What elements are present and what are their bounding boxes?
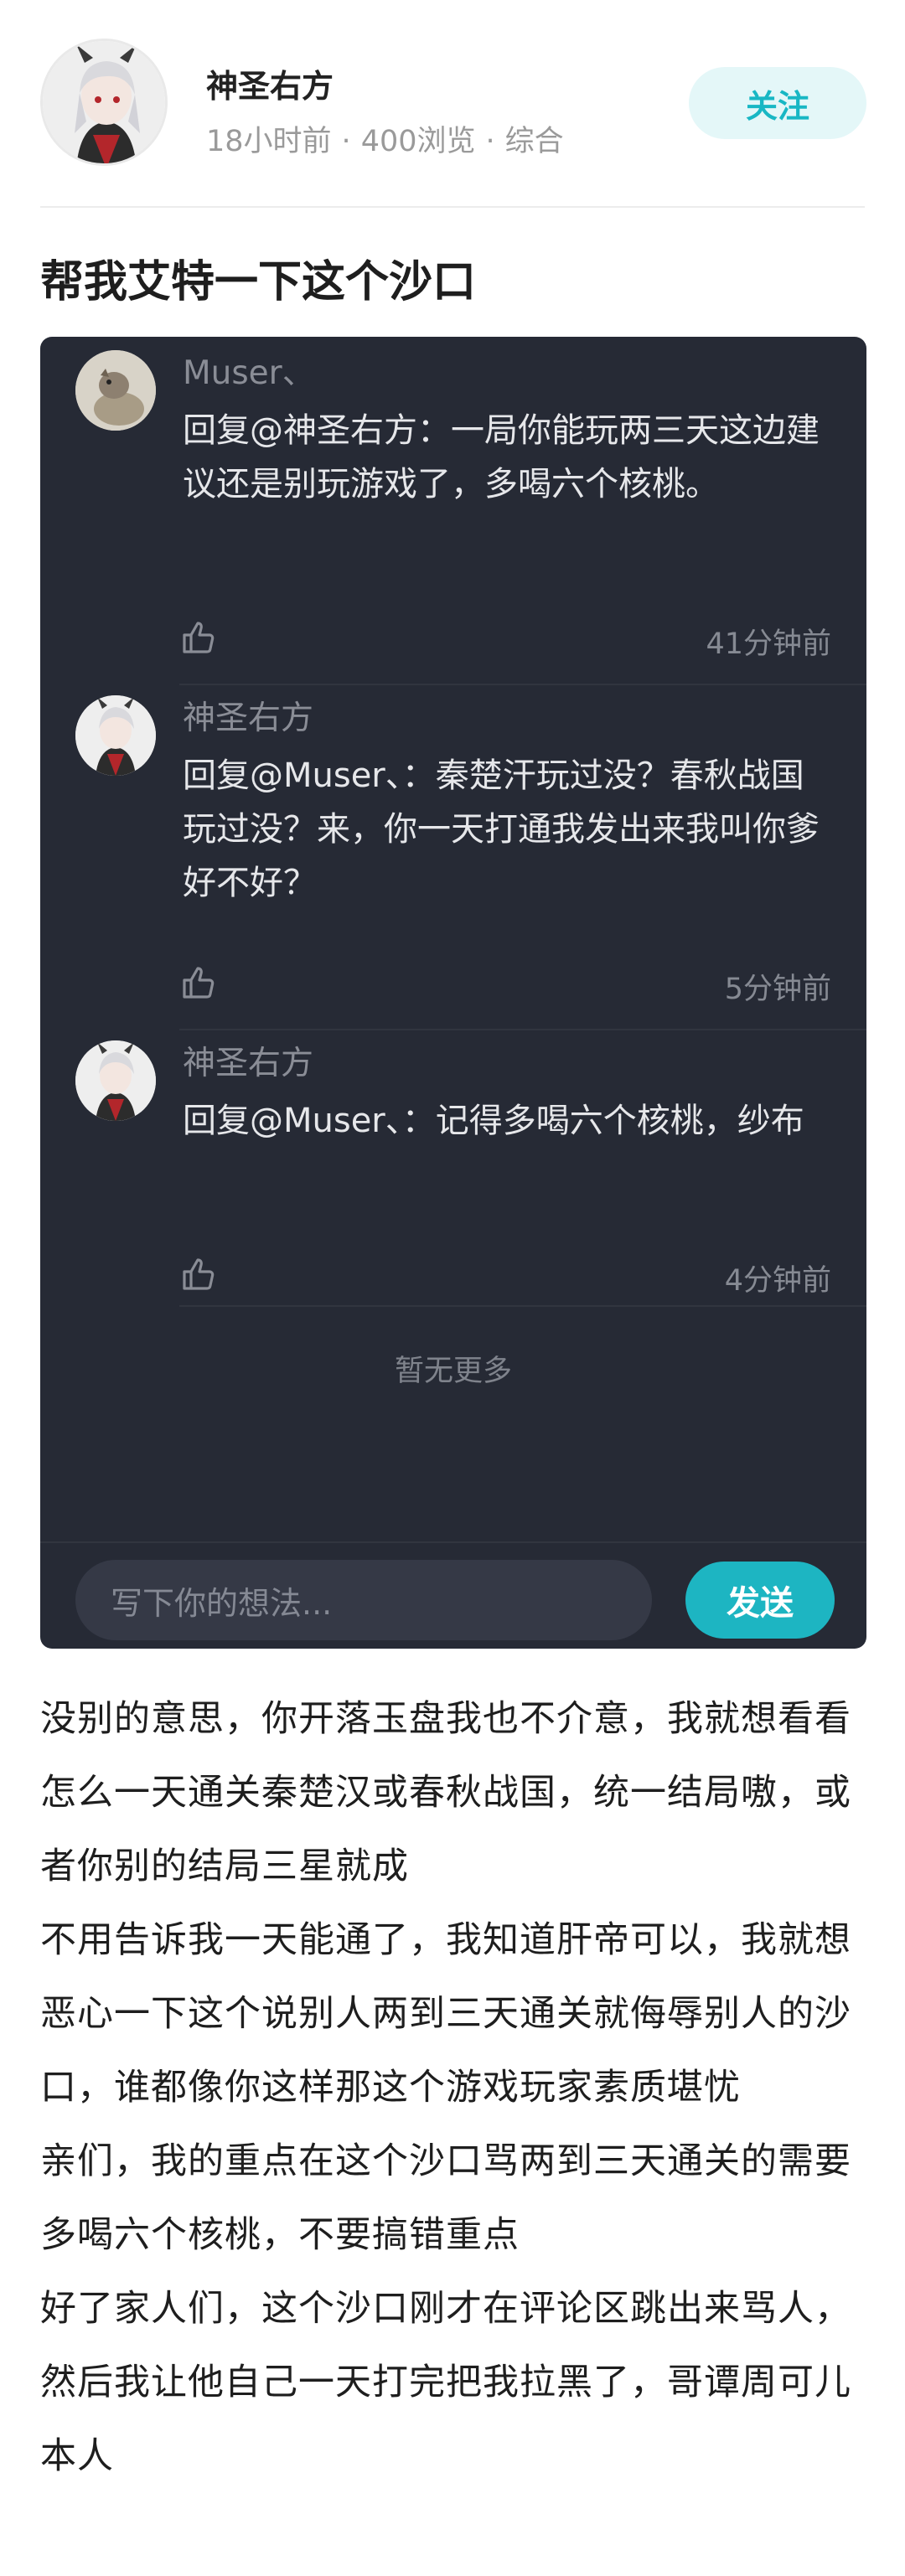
commenter-name[interactable]: Muser、 — [183, 347, 315, 394]
no-more-label: 暂无更多 — [394, 1355, 512, 1388]
comment-text: 回复@神圣右方：一局你能玩两三天这边建议还是别玩游戏了，多喝六个核桃。 — [183, 411, 820, 503]
post-paragraph: 好了家人们，这个沙口刚才在评论区跳出来骂人，然后我让他自己一天打完把我拉黑了，哥… — [40, 2288, 851, 2477]
comment-divider — [179, 1305, 866, 1307]
author-name[interactable]: 神圣右方 — [206, 60, 334, 106]
meta-separator: · — [341, 125, 351, 158]
post-paragraph: 不用告诉我一天能通了，我知道肝帝可以，我就想恶心一下这个说别人两到三天通关就侮辱… — [40, 1919, 851, 2109]
commenter-avatar[interactable] — [75, 1040, 156, 1121]
post-category[interactable]: 综合 — [505, 125, 564, 158]
post-header: 神圣右方 18小时前 · 400浏览 · 综合 关注 — [0, 0, 905, 208]
commenter-avatar[interactable] — [75, 695, 156, 776]
commenter-name[interactable]: 神圣右方 — [183, 692, 313, 739]
post-paragraph: 没别的意思，你开落玉盘我也不介意，我就想看看怎么一天通关秦楚汉或春秋战国，统一结… — [40, 1698, 851, 1887]
post-paragraph: 亲们，我的重点在这个沙口骂两到三天通关的需要多喝六个核桃，不要搞错重点 — [40, 2140, 851, 2256]
thumbs-up-icon[interactable] — [179, 1255, 220, 1295]
comment-text: 回复@Muser、：记得多喝六个核桃，纱布 — [183, 1102, 804, 1140]
comment-panel: Muser、 回复@神圣右方：一局你能玩两三天这边建议还是别玩游戏了，多喝六个核… — [40, 337, 866, 1649]
meta-separator: · — [485, 125, 495, 158]
commenter-name[interactable]: 神圣右方 — [183, 1037, 313, 1084]
post-meta: 18小时前 · 400浏览 · 综合 — [206, 117, 564, 160]
input-bar-divider — [40, 1541, 866, 1543]
comment-time: 4分钟前 — [724, 1264, 831, 1298]
comment-time: 5分钟前 — [724, 973, 831, 1006]
follow-button[interactable]: 关注 — [689, 67, 866, 139]
commenter-avatar[interactable] — [75, 350, 156, 431]
send-button[interactable]: 发送 — [685, 1562, 835, 1639]
author-avatar[interactable] — [40, 39, 168, 166]
post-views: 400浏览 — [360, 125, 476, 158]
thumbs-up-icon[interactable] — [179, 963, 220, 1004]
thumbs-up-icon[interactable] — [179, 618, 220, 658]
post-time: 18小时前 — [206, 125, 332, 158]
comment-time: 41分钟前 — [706, 627, 831, 661]
post-title: 帮我艾特一下这个沙口 — [40, 257, 477, 307]
comment-text: 回复@Muser、：秦楚汗玩过没？春秋战国玩过没？来，你一天打通我发出来我叫你爹… — [183, 756, 820, 902]
header-divider — [40, 206, 865, 208]
comment-divider — [179, 1029, 866, 1030]
comment-input[interactable]: 写下你的想法... — [75, 1560, 652, 1640]
comment-divider — [179, 684, 866, 685]
post-body: 没别的意思，你开落玉盘我也不介意，我就想看看怎么一天通关秦楚汉或春秋战国，统一结… — [40, 1682, 870, 2493]
